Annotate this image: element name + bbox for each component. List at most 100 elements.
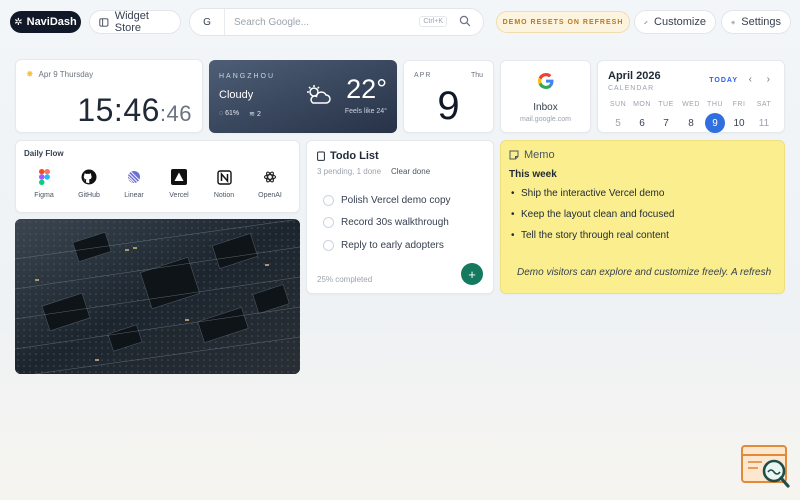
sidebar-panel-icon <box>99 17 109 27</box>
memo-list: Ship the interactive Vercel demo Keep th… <box>511 188 674 251</box>
app-shortcut-github[interactable]: GitHub <box>67 168 111 199</box>
memo-bullet: Ship the interactive Vercel demo <box>511 188 674 209</box>
todo-item[interactable]: Reply to early adopters <box>323 240 444 251</box>
app-name: GitHub <box>78 192 100 199</box>
todo-title: Todo List <box>317 150 379 162</box>
memo-title: Memo <box>509 149 555 161</box>
customize-label: Customize <box>654 16 706 28</box>
settings-button[interactable]: Settings <box>721 10 791 34</box>
todo-title-text: Todo List <box>330 150 379 162</box>
memo-title-text: Memo <box>524 149 555 161</box>
calendar-day-selected[interactable]: 9 <box>705 113 725 133</box>
chevron-left-icon[interactable]: ‹ <box>749 74 752 85</box>
calendar-day[interactable]: 10 <box>729 113 749 133</box>
top-bar: ✲ NaviDash Widget Store G Ctrl+K DEMO RE… <box>10 8 791 36</box>
todo-progress: 25% completed <box>317 275 373 284</box>
todo-checkbox[interactable] <box>323 240 334 251</box>
daily-flow-title: Daily Flow <box>24 149 64 158</box>
time-hm: 15:46 <box>77 92 160 128</box>
weekday-mon: MON <box>633 101 651 108</box>
search-bar: G Ctrl+K <box>189 8 484 36</box>
daily-flow-widget: Daily Flow Figma GitHub Linear Vercel No… <box>15 140 300 213</box>
widget-store-label: Widget Store <box>114 10 149 34</box>
search-icon[interactable] <box>459 15 471 30</box>
gear-icon <box>731 20 735 24</box>
weather-widget[interactable]: HANGZHOU Cloudy ◌ 61% ≋ 2 22° Feels like… <box>209 60 397 133</box>
chevron-right-icon[interactable]: › <box>767 74 770 85</box>
memo-bullet: Keep the layout clean and focused <box>511 209 674 230</box>
memo-bullet: Tell the story through real content <box>511 230 674 251</box>
google-logo-icon <box>501 72 590 95</box>
clipboard-icon <box>317 151 325 161</box>
weekday-thu: THU <box>707 101 723 108</box>
search-input[interactable] <box>234 13 414 31</box>
github-icon <box>81 168 97 186</box>
memo-widget[interactable]: Memo This week Ship the interactive Verc… <box>500 140 785 294</box>
day-weekday: Thu <box>470 72 483 79</box>
vercel-icon <box>171 168 187 186</box>
time-seconds: :46 <box>159 101 192 126</box>
add-todo-button[interactable]: + <box>461 263 483 285</box>
weekday-sat: SAT <box>756 101 772 108</box>
clear-done-button[interactable]: Clear done <box>391 167 430 176</box>
calendar-label: CALENDAR <box>608 85 655 92</box>
todo-item-text: Record 30s walkthrough <box>341 217 449 228</box>
todo-widget: Todo List 3 pending, 1 done Clear done P… <box>306 140 494 294</box>
clock-date: ✸ Apr 9 Thursday <box>26 69 93 80</box>
droplet-icon: ◌ <box>219 110 224 117</box>
weekday-sun: SUN <box>609 101 627 108</box>
search-window-icon <box>740 444 792 490</box>
weather-city: HANGZHOU <box>219 73 276 80</box>
humidity-value: 61% <box>225 110 240 117</box>
calendar-day[interactable]: 7 <box>656 113 676 133</box>
search-engine-selector[interactable]: G <box>190 9 225 35</box>
weekday-fri: FRI <box>732 101 746 108</box>
today-button[interactable]: TODAY <box>709 77 738 84</box>
calendar-day[interactable]: 6 <box>632 113 652 133</box>
app-shortcut-notion[interactable]: Notion <box>202 168 246 199</box>
memo-heading: This week <box>509 169 557 180</box>
customize-button[interactable]: Customize <box>634 10 716 34</box>
app-shortcut-vercel[interactable]: Vercel <box>157 168 201 199</box>
weekday-wed: WED <box>682 101 700 108</box>
day-month: APR <box>414 72 432 79</box>
weather-stats: ◌ 61% ≋ 2 <box>219 110 261 118</box>
wind-icon: ≋ <box>249 111 256 118</box>
mail-url: mail.google.com <box>520 116 571 123</box>
brand-button[interactable]: ✲ NaviDash <box>10 11 81 33</box>
calendar-day[interactable]: 11 <box>754 113 774 133</box>
wind-stat: ≋ 2 <box>249 110 261 118</box>
settings-label: Settings <box>741 16 781 28</box>
todo-item[interactable]: Polish Vercel demo copy <box>323 195 451 206</box>
cloud-sun-icon <box>305 84 331 112</box>
shortcut-hint: Ctrl+K <box>419 16 447 27</box>
weather-condition: Cloudy <box>219 89 254 101</box>
humidity-stat: ◌ 61% <box>219 110 239 118</box>
plus-icon: + <box>468 266 476 282</box>
app-name: OpenAI <box>258 192 282 199</box>
todo-item[interactable]: Record 30s walkthrough <box>323 217 449 228</box>
clock-time: 15:46:46 <box>77 92 192 129</box>
todo-checkbox[interactable] <box>323 195 334 206</box>
app-shortcut-linear[interactable]: Linear <box>112 168 156 199</box>
app-name: Linear <box>124 192 144 199</box>
notion-icon <box>216 168 232 186</box>
sparkle-icon: ✲ <box>14 16 23 28</box>
widget-store-button[interactable]: Widget Store <box>89 10 181 34</box>
calendar-widget: April 2026 CALENDAR TODAY ‹ › SUN MON TU… <box>597 60 785 133</box>
openai-icon <box>263 168 277 186</box>
note-icon <box>509 150 519 160</box>
sun-icon: ✸ <box>26 69 34 79</box>
gmail-shortcut[interactable]: Inbox mail.google.com <box>500 60 591 133</box>
calendar-day[interactable]: 8 <box>681 113 701 133</box>
weekday-tue: TUE <box>658 101 674 108</box>
todo-item-text: Reply to early adopters <box>341 240 444 251</box>
app-shortcut-figma[interactable]: Figma <box>22 168 66 199</box>
app-shortcut-openai[interactable]: OpenAI <box>248 168 292 199</box>
todo-checkbox[interactable] <box>323 217 334 228</box>
memo-note: Demo visitors can explore and customize … <box>517 267 772 278</box>
app-name: Notion <box>213 192 235 199</box>
todo-summary: 3 pending, 1 done <box>317 167 382 176</box>
calendar-day[interactable]: 5 <box>608 113 628 133</box>
date-widget: APR Thu 9 <box>403 60 494 133</box>
